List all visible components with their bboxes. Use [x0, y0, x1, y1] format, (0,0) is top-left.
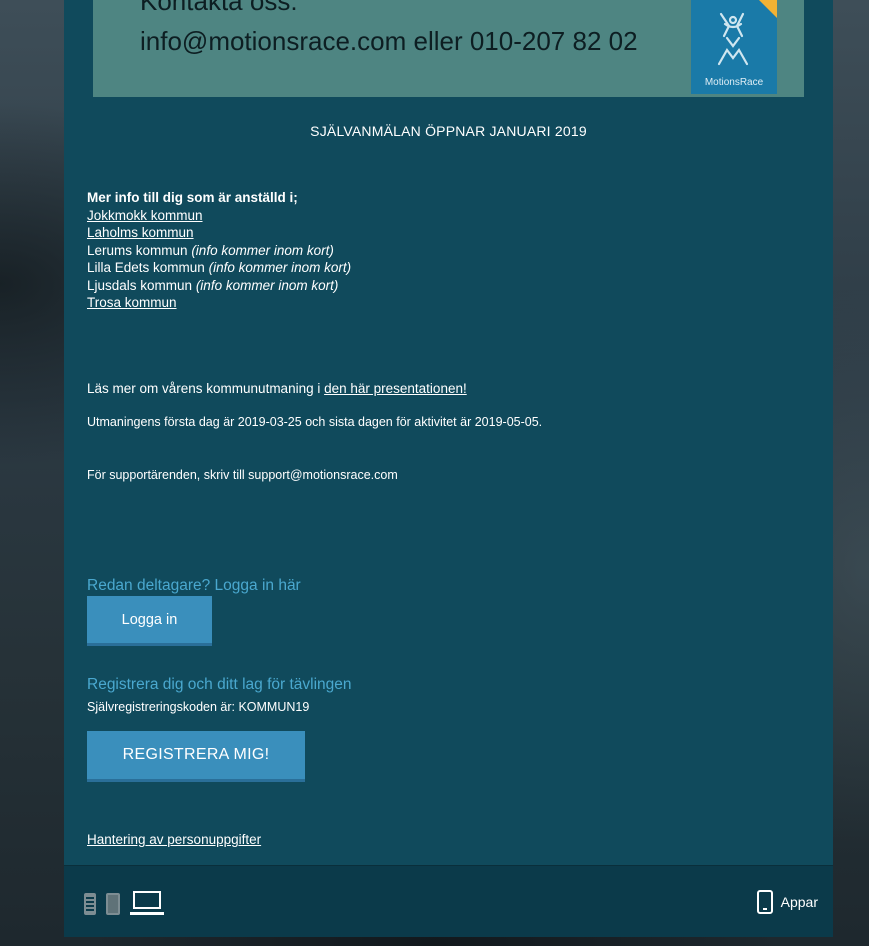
- item-lerums: Lerums kommun (info kommer inom kort): [87, 242, 351, 260]
- link-trosa[interactable]: Trosa kommun: [87, 295, 177, 310]
- registration-code-text: Självregistreringskoden är: KOMMUN19: [87, 700, 310, 714]
- item-lerums-note: (info kommer inom kort): [191, 242, 334, 258]
- laptop-icon[interactable]: [130, 891, 164, 915]
- login-button[interactable]: Logga in: [87, 596, 212, 646]
- apps-label: Appar: [780, 894, 818, 910]
- banner-contact-info: info@motionsrace.com eller 010-207 82 02: [140, 26, 638, 56]
- contact-banner: Kontakta oss: info@motionsrace.com eller…: [93, 0, 804, 97]
- municipality-info: Mer info till dig som är anställd i; Jok…: [87, 189, 351, 312]
- read-more-prefix: Läs mer om vårens kommunutmaning i: [87, 381, 321, 396]
- login-section-title: Redan deltagare? Logga in här: [87, 577, 301, 594]
- info-intro: Mer info till dig som är anställd i;: [87, 190, 298, 205]
- challenge-dates-text: Utmaningens första dag är 2019-03-25 och…: [87, 415, 543, 429]
- tablet-icon[interactable]: [106, 893, 120, 915]
- logo-figure-icon: [717, 12, 749, 66]
- registration-opens-heading: SJÄLVANMÄLAN ÖPPNAR JANUARI 2019: [310, 123, 587, 139]
- link-laholms[interactable]: Laholms kommun: [87, 225, 194, 240]
- main-panel: Kontakta oss: info@motionsrace.com eller…: [64, 0, 833, 937]
- apps-link[interactable]: Appar: [756, 890, 818, 914]
- motionsrace-logo: MotionsRace: [691, 0, 777, 94]
- mobile-app-icon: [756, 890, 773, 914]
- item-lilla-edets: Lilla Edets kommun (info kommer inom kor…: [87, 259, 351, 277]
- item-lilla-edets-note: (info kommer inom kort): [208, 260, 352, 275]
- device-view-switcher: [84, 891, 164, 915]
- item-ljusdals-label: Ljusdals kommun: [87, 277, 193, 293]
- privacy-link[interactable]: Hantering av personuppgifter: [87, 832, 261, 847]
- item-ljusdals-note: (info kommer inom kort): [195, 277, 339, 293]
- register-section-title: Registrera dig och ditt lag för tävlinge…: [87, 676, 352, 693]
- item-lerums-label: Lerums kommun: [87, 242, 188, 258]
- link-jokkmokk[interactable]: Jokkmokk kommun: [87, 208, 203, 223]
- register-button[interactable]: REGISTRERA MIG!: [87, 731, 305, 782]
- presentation-link[interactable]: den här presentationen!: [324, 381, 467, 396]
- phone-small-icon[interactable]: [84, 893, 96, 915]
- banner-contact-heading: Kontakta oss:: [140, 0, 298, 16]
- read-more-text: Läs mer om vårens kommunutmaning i den h…: [87, 381, 467, 396]
- footer-bar: Appar: [64, 865, 833, 937]
- support-text: För supportärenden, skriv till support@m…: [87, 468, 398, 482]
- logo-text: MotionsRace: [704, 77, 764, 88]
- item-lilla-edets-label: Lilla Edets kommun: [87, 260, 205, 275]
- item-ljusdals: Ljusdals kommun (info kommer inom kort): [87, 277, 351, 295]
